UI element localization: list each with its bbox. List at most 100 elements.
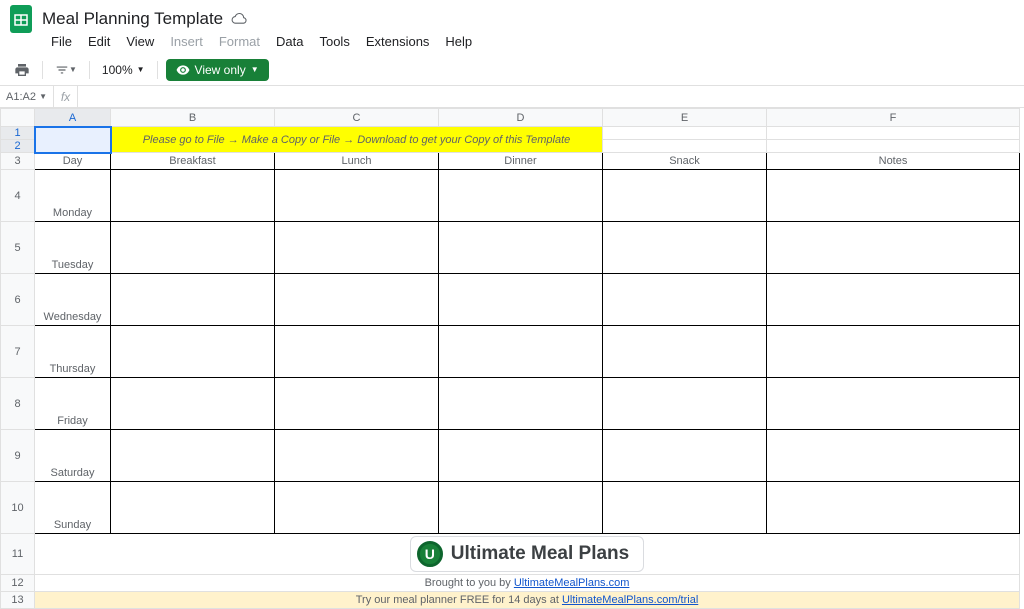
spreadsheet-grid[interactable]: A B C D E F 1 Please go to File → Make a… [0,108,1024,609]
row-header[interactable]: 9 [1,430,35,482]
trial-cell[interactable]: Try our meal planner FREE for 14 days at… [35,592,1020,609]
cell[interactable] [275,170,439,222]
day-monday[interactable]: Monday [35,170,111,222]
day-tuesday[interactable]: Tuesday [35,222,111,274]
col-header-F[interactable]: F [767,109,1020,127]
cell[interactable] [439,378,603,430]
menu-edit[interactable]: Edit [81,32,117,51]
cell[interactable] [603,127,767,140]
menu-file[interactable]: File [44,32,79,51]
col-header-B[interactable]: B [111,109,275,127]
cell[interactable] [767,430,1020,482]
cell[interactable] [111,274,275,326]
logo-cell[interactable]: U Ultimate Meal Plans [35,534,1020,575]
trial-prefix: Try our meal planner FREE for 14 days at [356,594,562,606]
day-thursday[interactable]: Thursday [35,326,111,378]
cell[interactable] [603,140,767,153]
row-header[interactable]: 8 [1,378,35,430]
ultimate-meal-plans-logo: U Ultimate Meal Plans [410,536,644,572]
cell[interactable] [275,482,439,534]
brought-link[interactable]: UltimateMealPlans.com [514,577,630,589]
zoom-dropdown[interactable]: 100% ▼ [98,58,149,82]
select-all-corner[interactable] [1,109,35,127]
view-only-button[interactable]: View only ▼ [166,59,269,81]
cell[interactable] [603,170,767,222]
cell[interactable] [603,430,767,482]
cell[interactable] [603,482,767,534]
header-breakfast[interactable]: Breakfast [111,153,275,170]
day-friday[interactable]: Friday [35,378,111,430]
name-box[interactable]: A1:A2 ▼ [0,86,54,107]
cell[interactable] [275,326,439,378]
cell[interactable] [603,274,767,326]
col-header-A[interactable]: A [35,109,111,127]
cell[interactable] [111,326,275,378]
cell[interactable] [111,378,275,430]
row-header[interactable]: 1 [1,127,35,140]
cell[interactable] [767,378,1020,430]
logo-text: Ultimate Meal Plans [451,543,629,565]
cloud-saved-icon[interactable] [231,12,247,27]
menu-help[interactable]: Help [438,32,479,51]
cell[interactable] [767,170,1020,222]
cell[interactable] [439,430,603,482]
cell[interactable] [275,430,439,482]
row-header[interactable]: 10 [1,482,35,534]
menu-view[interactable]: View [119,32,161,51]
cell[interactable] [275,274,439,326]
cell[interactable] [439,482,603,534]
sheets-doc-icon[interactable] [10,5,32,33]
cell[interactable] [767,127,1020,140]
cell[interactable] [767,222,1020,274]
row-header[interactable]: 12 [1,575,35,592]
row-header[interactable]: 3 [1,153,35,170]
formula-input[interactable] [78,86,1024,107]
cell[interactable] [767,274,1020,326]
menu-data[interactable]: Data [269,32,310,51]
cell[interactable] [603,326,767,378]
cell[interactable] [603,222,767,274]
row-header[interactable]: 6 [1,274,35,326]
cell[interactable] [439,274,603,326]
header-snack[interactable]: Snack [603,153,767,170]
day-sunday[interactable]: Sunday [35,482,111,534]
cell[interactable] [111,170,275,222]
header-dinner[interactable]: Dinner [439,153,603,170]
row-header[interactable]: 2 [1,140,35,153]
brought-prefix: Brought to you by [425,577,514,589]
header-notes[interactable]: Notes [767,153,1020,170]
print-button[interactable] [10,58,34,82]
day-wednesday[interactable]: Wednesday [35,274,111,326]
header-lunch[interactable]: Lunch [275,153,439,170]
trial-link[interactable]: UltimateMealPlans.com/trial [562,594,698,606]
cell[interactable] [275,378,439,430]
cell[interactable] [767,140,1020,153]
menu-tools[interactable]: Tools [312,32,356,51]
cell[interactable] [439,326,603,378]
row-header[interactable]: 7 [1,326,35,378]
cell[interactable] [275,222,439,274]
row-header[interactable]: 5 [1,222,35,274]
cell[interactable] [767,482,1020,534]
row-header[interactable]: 13 [1,592,35,609]
col-header-D[interactable]: D [439,109,603,127]
brought-by-cell[interactable]: Brought to you by UltimateMealPlans.com [35,575,1020,592]
day-saturday[interactable]: Saturday [35,430,111,482]
cell[interactable] [767,326,1020,378]
cell[interactable] [111,222,275,274]
cell[interactable] [603,378,767,430]
cell-A1[interactable] [35,127,111,153]
cell[interactable] [439,170,603,222]
row-header[interactable]: 4 [1,170,35,222]
banner-cell[interactable]: Please go to File → Make a Copy or File … [111,127,603,153]
header-day[interactable]: Day [35,153,111,170]
col-header-C[interactable]: C [275,109,439,127]
cell[interactable] [111,482,275,534]
cell[interactable] [111,430,275,482]
row-header[interactable]: 11 [1,534,35,575]
filter-button[interactable]: ▼ [51,58,81,82]
cell[interactable] [439,222,603,274]
doc-title[interactable]: Meal Planning Template [42,9,223,29]
menu-extensions[interactable]: Extensions [359,32,437,51]
col-header-E[interactable]: E [603,109,767,127]
